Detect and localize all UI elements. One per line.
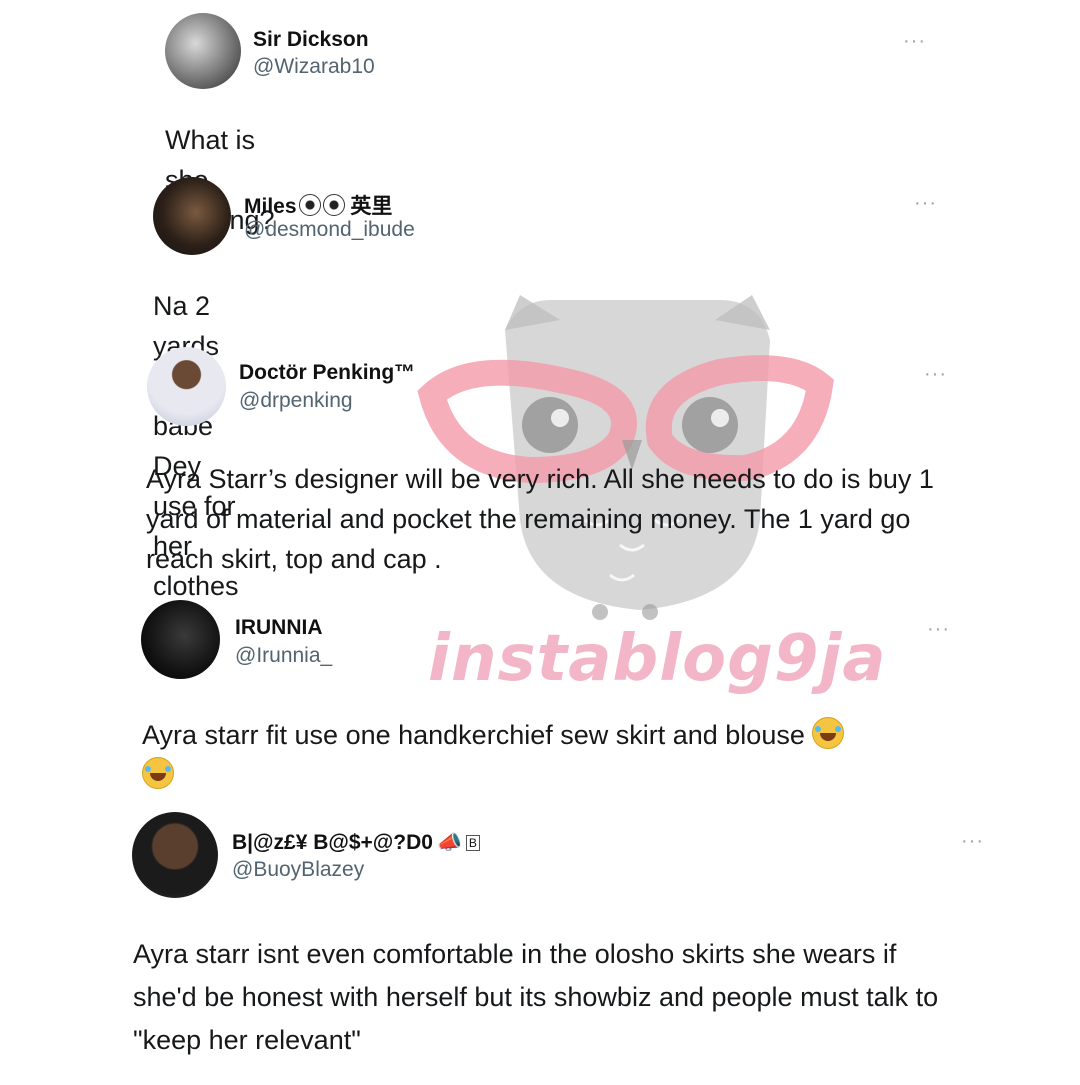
more-options-icon[interactable]: ··· xyxy=(924,363,947,386)
tweet-text: Ayra starr fit use one handkerchief sew … xyxy=(142,715,942,795)
user-handle[interactable]: @Irunnia_ xyxy=(235,644,332,668)
tweet-text-body: Ayra starr fit use one handkerchief sew … xyxy=(142,720,805,750)
avatar[interactable] xyxy=(141,600,220,679)
tweet-text: Ayra Starr’s designer will be very rich.… xyxy=(146,464,934,574)
name-badge: B xyxy=(465,835,480,851)
soccer-ball-icon xyxy=(322,194,345,216)
rofl-emoji-icon xyxy=(812,717,845,749)
watermark-text: instablog9ja xyxy=(428,622,887,696)
display-name[interactable]: Miles 英里 xyxy=(244,190,392,220)
megaphone-icon: 📣 xyxy=(436,832,462,854)
display-name-text: B|@z£¥ B@$+@?D0 xyxy=(232,831,433,854)
rofl-emoji-icon xyxy=(142,757,174,789)
avatar[interactable] xyxy=(165,13,241,89)
avatar[interactable] xyxy=(147,347,226,426)
avatar[interactable] xyxy=(132,812,218,898)
display-name[interactable]: IRUNNIA xyxy=(235,616,323,640)
user-handle[interactable]: @Wizarab10 xyxy=(253,55,375,79)
display-name-suffix: 英里 xyxy=(350,195,393,218)
user-handle[interactable]: @desmond_ibude xyxy=(244,218,415,242)
more-options-icon[interactable]: ··· xyxy=(961,830,984,853)
more-options-icon[interactable]: ··· xyxy=(927,618,950,641)
more-options-icon[interactable]: ··· xyxy=(903,30,926,53)
display-name[interactable]: Doctör Penking™ xyxy=(239,361,415,385)
display-name[interactable]: B|@z£¥ B@$+@?D0 📣 B xyxy=(232,830,480,855)
display-name[interactable]: Sir Dickson xyxy=(253,28,369,52)
more-options-icon[interactable]: ··· xyxy=(914,192,937,215)
soccer-ball-icon xyxy=(298,194,321,216)
user-handle[interactable]: @BuoyBlazey xyxy=(232,858,364,882)
display-name-text: Miles xyxy=(244,195,297,218)
avatar[interactable] xyxy=(153,177,231,255)
user-handle[interactable]: @drpenking xyxy=(239,389,353,413)
tweet-text: Ayra starr isnt even comfortable in the … xyxy=(133,939,939,1055)
